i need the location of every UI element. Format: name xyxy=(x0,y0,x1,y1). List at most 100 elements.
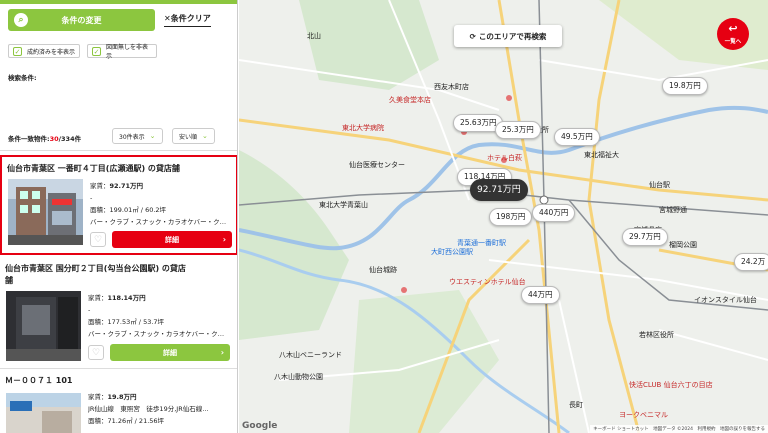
listing-photo[interactable] xyxy=(6,393,81,433)
back-to-list-label: 一覧へ xyxy=(724,39,742,45)
listing-info: 家賃：118.14万円 - 面積：177.53㎡ / 53.7坪 バー・クラブ・… xyxy=(88,292,233,340)
listing-title[interactable]: 仙台市青葉区 一番町４丁目(広瀬通駅) の貸店舗 xyxy=(7,163,232,175)
usage-tags: バー・クラブ・スナック・カラオケバー・ク… xyxy=(90,218,227,226)
map-place-label: 東北大学青葉山 xyxy=(319,201,368,209)
chevron-right-icon: › xyxy=(222,235,226,244)
price-marker[interactable]: 24.2万 xyxy=(734,253,768,271)
top-accent-bar xyxy=(0,0,237,4)
chevron-right-icon: › xyxy=(220,348,224,357)
map-place-label: 榴岡公園 xyxy=(669,241,697,249)
detail-label: 詳細 xyxy=(165,235,179,244)
close-icon: ✕ xyxy=(164,14,171,23)
map-place-label: 宮城野通 xyxy=(659,206,687,214)
listing-photo[interactable] xyxy=(6,291,81,361)
map-place-label: ウエスティンホテル仙台 xyxy=(449,278,526,286)
hide-contracted-checkbox[interactable]: ✓ 成約済みを非表示 xyxy=(8,44,80,58)
listing-photo[interactable] xyxy=(8,179,83,245)
per-page-value: 30件表示 xyxy=(119,133,145,141)
rent-value: 118.14万円 xyxy=(107,294,146,302)
results-sidebar: ⌕ 条件の変更 ✕条件クリア ✓ 成約済みを非表示 ✓ 図面無しを非表示 検索条… xyxy=(0,0,238,433)
listing-title-line: 仙台市青葉区 国分町２丁目(勾当台公園駅) の貸店 xyxy=(5,264,186,273)
divider xyxy=(0,150,237,151)
price-marker-selected[interactable]: 92.71万円 xyxy=(470,179,528,201)
map-place-label: ホテル白萩 xyxy=(487,154,522,162)
clear-conditions-button[interactable]: ✕条件クリア xyxy=(164,13,211,27)
price-marker[interactable]: 49.5万円 xyxy=(554,128,600,146)
map-place-label: 仙台城跡 xyxy=(369,266,397,274)
area-value: 面積：71.26㎡ / 21.56坪 xyxy=(88,417,165,425)
search-conditions-label: 検索条件: xyxy=(8,74,37,82)
search-this-area-button[interactable]: ⟳ このエリアで再検索 xyxy=(454,25,562,47)
price-marker[interactable]: 440万円 xyxy=(532,204,576,222)
area-value: 面積：177.53㎡ / 53.7坪 xyxy=(88,318,165,326)
listing-title-line: 舗 xyxy=(5,276,13,285)
access-value: JR仙山線 東照宮 徒歩19分,JR仙石線… xyxy=(88,405,209,413)
search-this-area-label: このエリアで再検索 xyxy=(478,31,547,41)
map-place-label: 大町西公園駅 xyxy=(431,248,473,256)
checkmark-icon: ✓ xyxy=(92,47,101,56)
map-place-label: 東北大学病院 xyxy=(342,124,384,132)
back-to-list-button[interactable]: ↩ 一覧へ xyxy=(717,18,749,50)
listing-card[interactable]: Ｍ－００７１ 101 家賃：19.8万円 JR仙山線 東照宮 徒歩19分,JR仙… xyxy=(0,369,237,433)
rent-value: 19.8万円 xyxy=(107,393,137,401)
listing-title[interactable]: Ｍ－００７１ 101 xyxy=(5,375,230,387)
search-icon: ⌕ xyxy=(14,13,28,27)
price-marker[interactable]: 29.7万円 xyxy=(622,228,668,246)
listing-card[interactable]: 仙台市青葉区 一番町４丁目(広瀬通駅) の貸店舗 家賃：92.71万円 - 面積… xyxy=(0,155,237,255)
sort-value: 安い順 xyxy=(179,133,198,141)
map-place-label: 若林区役所 xyxy=(639,331,674,339)
sort-select[interactable]: 安い順 ⌄ xyxy=(172,128,215,144)
map-view[interactable]: 北山 西友木町店 久美食堂本店 東北大学病院 ホテル白萩 仙台市役所 東北大学青… xyxy=(239,0,768,433)
hide-contracted-label: 成約済みを非表示 xyxy=(27,48,76,56)
map-place-label: 八木山動物公園 xyxy=(274,373,323,381)
map-place-label: イオンスタイル仙台 xyxy=(694,296,757,304)
hit-count: 条件一致物件:30/334件 xyxy=(8,133,81,143)
listing-info: 家賃：92.71万円 - 面積：199.01㎡ / 60.2坪 バー・クラブ・ス… xyxy=(90,180,235,228)
map-place-label: ヨークベニマル xyxy=(619,411,668,419)
clear-conditions-label: 条件クリア xyxy=(170,14,211,23)
change-conditions-label: 条件の変更 xyxy=(61,15,102,25)
price-marker[interactable]: 19.8万円 xyxy=(662,77,708,95)
hide-no-plan-checkbox[interactable]: ✓ 図面無しを非表示 xyxy=(87,44,157,60)
rent-value: 92.71万円 xyxy=(109,182,144,190)
hide-no-plan-label: 図面無しを非表示 xyxy=(106,44,149,60)
map-place-label: 長町 xyxy=(569,401,583,409)
checkmark-icon: ✓ xyxy=(13,47,22,56)
map-place-label: 西友木町店 xyxy=(434,83,469,91)
change-conditions-button[interactable]: ⌕ 条件の変更 xyxy=(8,9,155,31)
area-value: 面積：199.01㎡ / 60.2坪 xyxy=(90,206,167,214)
hit-count-prefix: 条件一致物件: xyxy=(8,135,50,143)
chevron-down-icon: ⌄ xyxy=(202,132,208,140)
google-logo: Google xyxy=(242,421,278,431)
detail-button[interactable]: 詳細 › xyxy=(112,231,232,248)
dash: - xyxy=(88,306,91,314)
hit-count-number: 30 xyxy=(49,135,59,143)
price-marker[interactable]: 198万円 xyxy=(489,208,533,226)
map-place-label: 八木山ベニーランド xyxy=(279,351,342,359)
detail-label: 詳細 xyxy=(163,348,177,357)
detail-button[interactable]: 詳細 › xyxy=(110,344,230,361)
return-arrow-icon: ↩ xyxy=(728,22,738,35)
map-place-label: 仙台医療センター xyxy=(349,161,405,169)
price-marker[interactable]: 44万円 xyxy=(521,286,560,304)
favorite-heart-icon[interactable]: ♡ xyxy=(88,345,104,360)
dash: - xyxy=(90,194,93,202)
map-place-label: 仙台駅 xyxy=(649,181,670,189)
listing-info: 家賃：19.8万円 JR仙山線 東照宮 徒歩19分,JR仙石線… 面積：71.2… xyxy=(88,391,233,427)
refresh-icon: ⟳ xyxy=(469,31,476,41)
price-marker[interactable]: 25.3万円 xyxy=(495,121,541,139)
map-attribution[interactable]: キーボード ショートカット 地図データ ©2024 利用規約 地図の誤りを報告す… xyxy=(590,425,768,433)
listing-title[interactable]: 仙台市青葉区 国分町２丁目(勾当台公園駅) の貸店 舗 xyxy=(5,263,230,287)
map-place-label: 北山 xyxy=(307,32,321,40)
listing-card[interactable]: 仙台市青葉区 国分町２丁目(勾当台公園駅) の貸店 舗 家賃：118.14万円 … xyxy=(0,257,237,365)
rent-label: 家賃： xyxy=(88,294,108,302)
rent-label: 家賃： xyxy=(88,393,108,401)
rent-label: 家賃： xyxy=(90,182,110,190)
map-place-label: 東北福祉大 xyxy=(584,151,619,159)
hit-count-total: /334件 xyxy=(58,135,82,143)
map-place-label: 快活CLUB 仙台六丁の目店 xyxy=(629,381,713,389)
per-page-select[interactable]: 30件表示 ⌄ xyxy=(112,128,163,144)
chevron-down-icon: ⌄ xyxy=(149,132,156,140)
favorite-heart-icon[interactable]: ♡ xyxy=(90,232,106,247)
usage-tags: バー・クラブ・スナック・カラオケバー・ク… xyxy=(88,330,225,338)
